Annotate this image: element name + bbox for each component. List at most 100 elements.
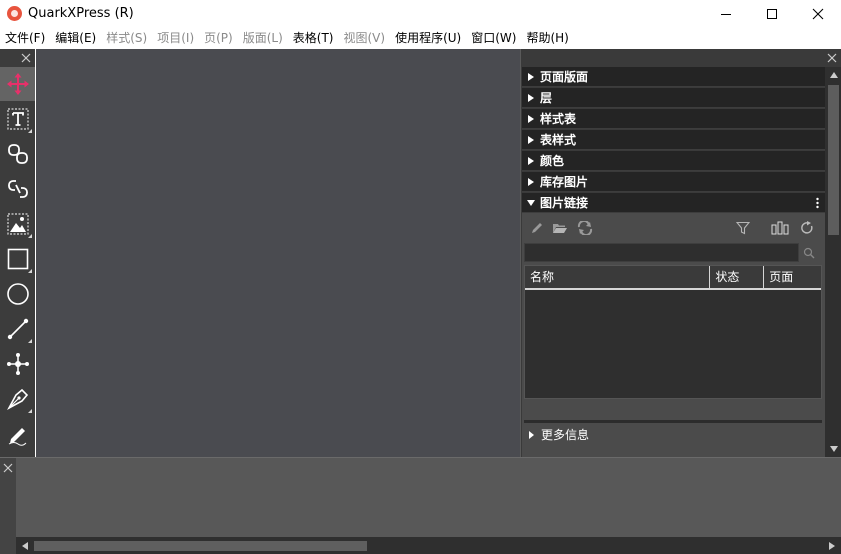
picture-tool-icon [6,213,29,235]
expand-arrow-icon [529,431,534,439]
sync-icon [577,221,593,235]
oval-tool-icon [6,283,29,305]
expand-arrow-icon [528,73,534,81]
bottom-palette-handle [0,458,16,554]
section-page-layout[interactable]: 页面版面 [522,67,825,87]
section-colors[interactable]: 颜色 [522,151,825,171]
toolbox-palette [0,49,35,457]
columns-icon [771,221,789,235]
link-tool[interactable] [0,137,35,171]
title-bar: QuarkXPress (R) [0,0,841,28]
menu-edit[interactable]: 编辑(E) [50,28,101,49]
document-canvas[interactable] [36,49,520,457]
column-header-name[interactable]: 名称 [525,266,711,288]
expand-arrow-icon [528,157,534,165]
oval-tool[interactable] [0,277,35,311]
chevron-right-icon [829,542,835,550]
table-header: 名称 状态 页面 [525,266,821,290]
open-folder-button[interactable] [551,219,569,237]
menu-layout[interactable]: 版面(L) [238,28,288,49]
column-header-page[interactable]: 页面 [764,266,821,288]
edit-link-button[interactable] [528,219,546,237]
section-label: 库存图片 [540,175,589,189]
pen-tool[interactable] [0,382,35,416]
expand-arrow-icon [528,178,534,186]
bezier-point-tool[interactable] [0,347,35,381]
collapse-arrow-icon [527,200,535,206]
menu-utilities[interactable]: 使用程序(U) [390,28,466,49]
section-label: 层 [540,91,553,105]
section-table-styles[interactable]: 表样式 [522,130,825,150]
minimize-button[interactable] [703,0,749,28]
menu-item[interactable]: 项目(I) [152,28,199,49]
minimize-icon [721,14,731,15]
pencil-icon [532,223,542,233]
close-window-button[interactable] [795,0,841,28]
section-stock-images[interactable]: 库存图片 [522,172,825,192]
menu-help[interactable]: 帮助(H) [521,28,573,49]
scroll-thumb[interactable] [828,85,839,235]
chevron-up-icon [829,72,838,78]
close-icon [812,8,824,20]
more-info-toggle[interactable]: 更多信息 [526,427,589,443]
picture-links-table: 名称 状态 页面 [524,265,822,399]
bottom-palette [0,457,841,554]
scroll-left-button[interactable] [18,539,32,553]
expand-arrow-icon [528,94,534,102]
filter-button[interactable] [734,219,752,237]
menu-window[interactable]: 窗口(W) [466,28,521,49]
freehand-pencil-tool[interactable] [0,417,35,451]
section-label: 样式表 [540,112,577,126]
menu-bar: 文件(F) 编辑(E) 样式(S) 项目(I) 页(P) 版面(L) 表格(T)… [0,28,841,49]
menu-file[interactable]: 文件(F) [0,28,50,49]
scroll-down-button[interactable] [825,441,841,457]
bezier-point-tool-icon [6,353,29,375]
refresh-button[interactable] [798,219,816,237]
text-tool[interactable] [0,102,35,136]
picture-tool[interactable] [0,207,35,241]
section-layers[interactable]: 层 [522,88,825,108]
columns-button[interactable] [771,219,789,237]
horizontal-scrollbar[interactable] [16,537,841,554]
menu-view[interactable]: 视图(V) [339,28,391,49]
unlink-tool[interactable] [0,172,35,206]
section-label: 图片链接 [540,196,589,210]
column-header-status[interactable]: 状态 [710,266,765,288]
link-tool-icon [7,144,28,164]
maximize-button[interactable] [749,0,795,28]
app-logo-icon [7,6,22,21]
picture-links-body: 名称 状态 页面 更多信息 [522,213,825,457]
close-panel-icon[interactable] [826,52,838,64]
filter-icon [736,221,750,235]
section-picture-links[interactable]: 图片链接 [522,193,825,213]
line-tool[interactable] [0,312,35,346]
close-palette-icon[interactable] [20,52,32,64]
section-label: 表样式 [540,133,577,147]
panel-scrollbar[interactable] [825,67,841,457]
scroll-thumb[interactable] [34,541,367,551]
unlink-tool-icon [7,180,28,198]
rectangle-tool[interactable] [0,242,35,276]
kebab-menu-icon[interactable] [816,197,819,209]
move-tool[interactable] [0,67,35,101]
section-style-sheets[interactable]: 样式表 [522,109,825,129]
expand-arrow-icon [528,136,534,144]
menu-table[interactable]: 表格(T) [288,28,339,49]
pen-tool-icon [6,388,28,410]
close-palette-icon[interactable] [2,462,14,474]
scroll-right-button[interactable] [825,539,839,553]
menu-style[interactable]: 样式(S) [101,28,152,49]
search-icon[interactable] [803,247,815,259]
move-tool-icon [6,73,29,95]
window-title: QuarkXPress (R) [28,6,134,21]
menu-page[interactable]: 页(P) [199,28,238,49]
divider [524,420,822,423]
scroll-up-button[interactable] [825,67,841,83]
update-link-button[interactable] [576,219,594,237]
refresh-icon [801,221,813,234]
section-label: 颜色 [540,154,565,168]
chevron-down-icon [829,446,838,452]
expand-arrow-icon [528,115,534,123]
links-search-input[interactable] [524,243,799,262]
palette-panel: 页面版面 层 样式表 表样式 颜色 库存图片 图片链接 名称 状态 页面 更多信… [520,49,841,457]
